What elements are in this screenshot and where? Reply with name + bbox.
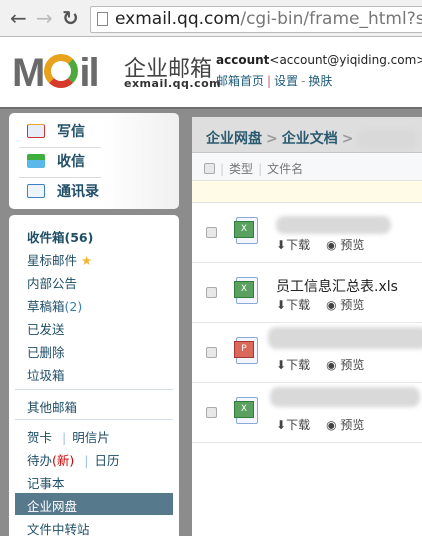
- app-frame: 写信 收信 通讯录 收件箱(56) 星标邮件 ★ 内部公告 草稿箱(2) 已发送…: [0, 107, 422, 545]
- col-name[interactable]: 文件名: [267, 162, 303, 176]
- row-checkbox[interactable]: [206, 347, 217, 358]
- file-name-redacted[interactable]: [268, 327, 422, 349]
- receive-label: 收信: [57, 154, 85, 170]
- folder-inbox[interactable]: 收件箱(56): [27, 227, 93, 246]
- back-button[interactable]: ←: [10, 8, 27, 28]
- row-checkbox[interactable]: [206, 227, 217, 238]
- preview-link[interactable]: ◉ 预览: [326, 298, 372, 312]
- download-link[interactable]: ⬇下载: [276, 358, 318, 372]
- postcards-link[interactable]: 明信片: [72, 430, 110, 445]
- divider: [19, 177, 101, 178]
- receive-icon: [27, 154, 45, 168]
- reload-button[interactable]: ↻: [62, 8, 79, 28]
- excel-file-icon: X: [234, 277, 258, 304]
- contacts-icon: [27, 184, 45, 198]
- file-name-redacted[interactable]: [276, 216, 391, 234]
- separator: |: [84, 453, 89, 468]
- quick-actions: 写信 收信 通讯录: [9, 113, 179, 209]
- file-name[interactable]: 员工信息汇总表.xls: [276, 276, 398, 296]
- page-icon: [97, 12, 108, 26]
- table-row[interactable]: X ⬇下载 ◉ 预览: [192, 383, 422, 443]
- folder-junk[interactable]: 垃圾箱: [27, 365, 65, 384]
- divider: [15, 419, 173, 420]
- netdisk-link[interactable]: 企业网盘: [27, 496, 77, 515]
- powerpoint-file-icon: P: [234, 337, 258, 364]
- col-type[interactable]: 类型: [229, 162, 253, 176]
- folder-deleted[interactable]: 已删除: [27, 342, 65, 361]
- crumb-separator: >: [266, 131, 278, 147]
- crumb-redacted: [357, 129, 418, 149]
- folder-drafts[interactable]: 草稿箱(2): [27, 296, 82, 315]
- drafts-label: 草稿箱: [27, 299, 65, 314]
- starred-label: 星标邮件: [27, 253, 78, 268]
- divider: [19, 147, 101, 148]
- folder-other[interactable]: 其他邮箱: [27, 397, 77, 416]
- contacts-button[interactable]: 通讯录: [27, 181, 99, 201]
- separator: |: [62, 430, 67, 445]
- star-icon: ★: [81, 253, 93, 268]
- receive-button[interactable]: 收信: [27, 151, 85, 171]
- crumb-separator: >: [341, 131, 354, 147]
- table-row[interactable]: P ⬇下载 ◉ 预览: [192, 323, 422, 383]
- notice-bar: [192, 181, 422, 203]
- url-path: /cgi-bin/frame_html?sid=: [240, 9, 422, 29]
- divider: [15, 389, 173, 390]
- home-link[interactable]: 邮箱首页: [216, 74, 264, 88]
- crumb-netdisk[interactable]: 企业网盘: [206, 131, 262, 147]
- row-checkbox[interactable]: [206, 407, 217, 418]
- drafts-count: (2): [64, 299, 83, 314]
- compose-label: 写信: [57, 124, 85, 140]
- mail-header: Mil 企业邮箱 exmail.qq.com account<account@y…: [0, 37, 422, 107]
- select-all-checkbox[interactable]: [204, 163, 215, 174]
- folder-announce[interactable]: 内部公告: [27, 273, 77, 292]
- separator: -: [301, 74, 306, 88]
- netdisk-panel: 企业网盘 > 企业文档 > | 类型 | 文件名 X ⬇下载 ◉ 预览 X 员工信息汇总表.x…: [192, 117, 422, 538]
- account-name: account: [216, 53, 270, 67]
- account-info: account<account@yiqiding.com>: [216, 53, 422, 67]
- download-link[interactable]: ⬇下载: [276, 298, 318, 312]
- transfer-link[interactable]: 文件中转站: [27, 519, 90, 538]
- table-row[interactable]: X ⬇下载 ◉ 预览: [192, 203, 422, 263]
- preview-link[interactable]: ◉ 预览: [326, 238, 372, 252]
- table-header: | 类型 | 文件名: [192, 153, 422, 181]
- preview-link[interactable]: ◉ 预览: [326, 418, 372, 432]
- address-bar[interactable]: exmail.qq.com/cgi-bin/frame_html?sid=: [90, 6, 422, 33]
- new-badge: (新): [52, 453, 75, 468]
- download-link[interactable]: ⬇下载: [276, 238, 318, 252]
- todo-row: 待办(新) | 日历: [27, 450, 120, 469]
- cards-row: 贺卡 | 明信片: [27, 427, 110, 446]
- table-row[interactable]: X 员工信息汇总表.xls ⬇下载 ◉ 预览: [192, 263, 422, 323]
- notes-link[interactable]: 记事本: [27, 473, 65, 492]
- download-link[interactable]: ⬇下载: [276, 418, 318, 432]
- separator: |: [267, 74, 272, 88]
- mail-logo[interactable]: Mil: [12, 51, 100, 96]
- folder-starred[interactable]: 星标邮件 ★: [27, 250, 92, 269]
- brand-subtitle: exmail.qq.com: [124, 77, 222, 90]
- compose-button[interactable]: 写信: [27, 121, 85, 141]
- forward-button[interactable]: →: [36, 8, 53, 28]
- url-host: exmail.qq.com: [115, 9, 241, 29]
- crumb-docs[interactable]: 企业文档: [282, 131, 338, 147]
- folder-sent[interactable]: 已发送: [27, 319, 65, 338]
- settings-link[interactable]: 设置: [274, 74, 298, 88]
- contacts-label: 通讯录: [57, 184, 99, 200]
- cards-link[interactable]: 贺卡: [27, 430, 52, 445]
- preview-link[interactable]: ◉ 预览: [326, 358, 372, 372]
- folder-list: 收件箱(56) 星标邮件 ★ 内部公告 草稿箱(2) 已发送 已删除 垃圾箱 其…: [9, 215, 179, 545]
- compose-icon: [27, 124, 45, 138]
- calendar-link[interactable]: 日历: [94, 453, 119, 468]
- browser-toolbar: ← → ↻ exmail.qq.com/cgi-bin/frame_html?s…: [0, 0, 422, 37]
- skin-link[interactable]: 换肤: [308, 74, 332, 88]
- account-email: <account@yiqiding.com>: [269, 53, 422, 67]
- file-name-redacted[interactable]: [270, 387, 420, 407]
- todo-label: 待办: [27, 453, 53, 468]
- excel-file-icon: X: [234, 397, 258, 424]
- row-checkbox[interactable]: [206, 287, 217, 298]
- todo-link[interactable]: 待办(新): [27, 453, 74, 468]
- excel-file-icon: X: [234, 217, 258, 244]
- breadcrumb: 企业网盘 > 企业文档 >: [192, 117, 422, 153]
- header-links: 邮箱首页 | 设置 - 换肤: [216, 72, 332, 89]
